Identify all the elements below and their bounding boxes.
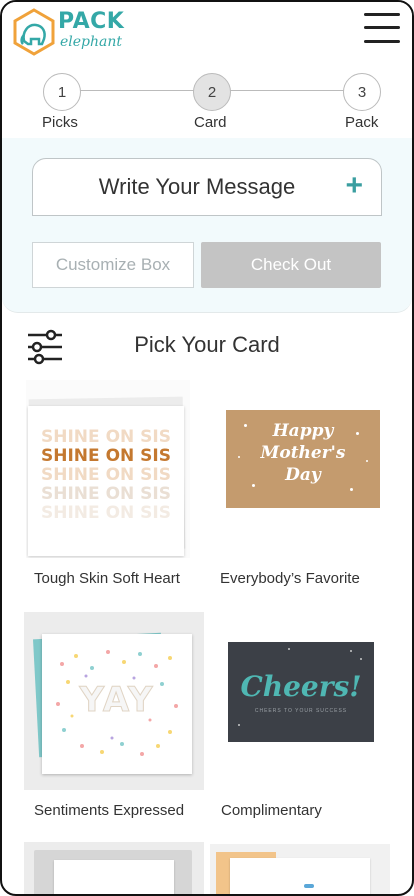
brand-title: PACK — [58, 9, 125, 34]
card-item[interactable]: YAY Sentiments Expressed — [24, 612, 206, 822]
card-thumbnail: Cheers! CHEERS TO YOUR SUCCESS — [228, 642, 374, 742]
step-3-circle[interactable]: 3 — [343, 73, 381, 111]
pick-card-title: Pick Your Card — [134, 332, 280, 357]
card-art-text: Happy — [272, 421, 334, 441]
write-message-label: Write Your Message — [98, 174, 296, 199]
header: PACK elephant — [2, 2, 412, 59]
card-art-text: SHINE ON SIS — [41, 503, 171, 523]
card-art-text: SHINE ON SIS — [41, 446, 171, 466]
step-connector — [80, 90, 194, 91]
card-item[interactable]: Cheers! CHEERS TO YOUR SUCCESS Complimen… — [218, 612, 388, 822]
card-thumbnail: YAY — [24, 612, 204, 790]
pick-card-header: Pick Your Card — [2, 320, 412, 370]
progress-steps: 1 2 3 Picks Card Pack — [2, 58, 412, 139]
customize-box-button[interactable]: Customize Box — [32, 242, 194, 288]
card-art-text: SHINE ON SIS — [41, 465, 171, 485]
card-name: Everybody’s Favorite — [220, 570, 360, 587]
card-art-text: YAY — [79, 680, 155, 721]
step-1-circle[interactable]: 1 — [43, 73, 81, 111]
card-thumbnail: Happy Mother's Day — [226, 410, 380, 508]
card-art-text: SHINE ON SIS — [41, 484, 171, 504]
card-thumbnail — [210, 844, 390, 894]
card-thumbnail — [24, 842, 204, 894]
card-thumbnail: SHINE ON SIS SHINE ON SIS SHINE ON SIS S… — [26, 380, 190, 558]
check-out-button[interactable]: Check Out — [201, 242, 381, 288]
step-1-label: Picks — [42, 114, 78, 131]
card-name: Tough Skin Soft Heart — [34, 570, 180, 587]
card-item[interactable]: SHINE ON SIS SHINE ON SIS SHINE ON SIS S… — [26, 380, 190, 587]
card-item[interactable]: Happy Mother's Day Everybody’s Favorite — [218, 380, 388, 587]
card-item[interactable] — [24, 842, 206, 894]
brand-subtitle: elephant — [60, 34, 123, 50]
card-name: Complimentary — [221, 802, 322, 819]
card-art-text: Day — [285, 465, 321, 485]
card-name: Sentiments Expressed — [34, 802, 185, 819]
message-panel: Write Your Message + Customize Box Check… — [2, 138, 412, 313]
step-2-label: Card — [194, 114, 227, 131]
card-art-text: Mother's — [260, 443, 346, 463]
step-connector — [230, 90, 344, 91]
card-art-text: SHINE ON SIS — [41, 427, 171, 447]
card-art-text: CHEERS TO YOUR SUCCESS — [254, 708, 348, 714]
elephant-logo-icon[interactable] — [12, 8, 56, 56]
write-message-button[interactable]: Write Your Message + — [32, 158, 382, 216]
hamburger-menu-icon[interactable] — [364, 10, 402, 46]
card-art-text: Cheers! — [240, 670, 362, 703]
card-item[interactable] — [210, 844, 392, 894]
step-2-circle[interactable]: 2 — [193, 73, 231, 111]
app-frame: PACK elephant 1 2 3 Picks Card Pack Writ… — [0, 0, 414, 896]
plus-icon: + — [345, 169, 363, 202]
brand-wordmark[interactable]: PACK elephant — [58, 9, 125, 51]
step-3-label: Pack — [345, 114, 379, 131]
